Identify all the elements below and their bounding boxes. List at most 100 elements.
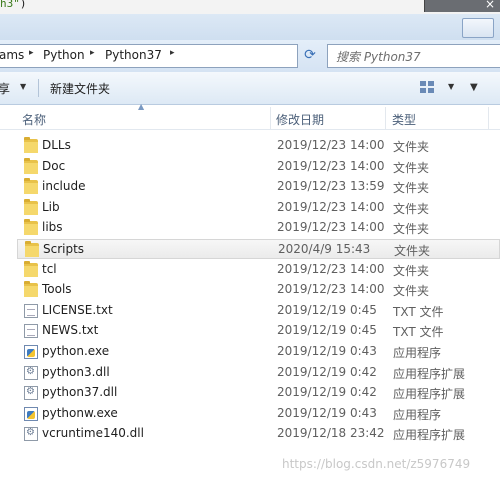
- close-icon: ×: [484, 0, 495, 11]
- python-exe-icon: [24, 406, 38, 421]
- file-type: 文件夹: [393, 140, 430, 154]
- file-type: 应用程序: [393, 346, 442, 360]
- python-exe-icon: [24, 345, 38, 359]
- window-control-button[interactable]: [462, 18, 494, 38]
- column-header-type[interactable]: 类型: [392, 111, 416, 128]
- file-name: Lib: [42, 199, 60, 214]
- file-name: NEWS.txt: [42, 323, 99, 338]
- file-type: 文件夹: [393, 222, 430, 237]
- refresh-icon[interactable]: ⟳: [300, 44, 320, 66]
- file-row[interactable]: NEWS.txt 2019/12/19 0:45 TXT 文件: [0, 321, 500, 341]
- column-header-date[interactable]: 修改日期: [276, 111, 324, 128]
- breadcrumb-separator-icon[interactable]: ▸: [170, 48, 175, 58]
- new-folder-button[interactable]: 新建文件夹: [50, 80, 110, 97]
- chevron-down-icon[interactable]: ▼: [448, 82, 454, 91]
- breadcrumb-python37[interactable]: Python37: [105, 48, 162, 62]
- file-name: Scripts: [43, 242, 85, 256]
- dll-file-icon: [24, 427, 38, 442]
- file-name: Doc: [42, 158, 66, 173]
- chevron-down-icon[interactable]: ▼: [470, 82, 478, 93]
- text-file-icon: [24, 324, 38, 339]
- share-menu[interactable]: 享: [0, 80, 10, 97]
- file-type: 应用程序扩展: [393, 387, 466, 402]
- window-chrome: [0, 14, 500, 40]
- file-modified-date: 2019/12/19 0:45: [277, 323, 377, 338]
- file-row[interactable]: Lib 2019/12/23 14:00 文件夹: [0, 198, 500, 218]
- file-modified-date: 2019/12/19 0:43: [277, 344, 377, 358]
- file-modified-date: 2019/12/19 0:45: [277, 302, 377, 317]
- file-type: 应用程序扩展: [393, 428, 466, 443]
- column-header-name[interactable]: 名称: [22, 111, 46, 128]
- file-row[interactable]: DLLs 2019/12/23 14:00 文件夹: [0, 136, 500, 156]
- file-row[interactable]: python37.dll 2019/12/19 0:42 应用程序扩展: [0, 383, 500, 403]
- file-row[interactable]: include 2019/12/23 13:59 文件夹: [0, 177, 500, 197]
- sort-ascending-icon: ▲: [138, 102, 145, 111]
- file-name: python37.dll: [42, 385, 118, 400]
- column-divider[interactable]: [385, 107, 386, 129]
- file-modified-date: 2019/12/18 23:42: [277, 426, 385, 441]
- view-options-icon[interactable]: [420, 81, 436, 94]
- file-type: 文件夹: [393, 181, 430, 196]
- folder-icon: [24, 219, 38, 236]
- watermark-text: https://blog.csdn.net/z5976749: [282, 457, 471, 471]
- toolbar-divider: [38, 79, 39, 97]
- breadcrumb-ams[interactable]: ams: [0, 48, 24, 62]
- file-type: 文件夹: [394, 244, 431, 258]
- file-row[interactable]: pythonw.exe 2019/12/19 0:43 应用程序: [0, 404, 500, 424]
- folder-icon: [24, 281, 38, 298]
- file-type: 文件夹: [393, 284, 430, 299]
- file-type: 文件夹: [393, 263, 430, 278]
- file-type: 文件夹: [393, 201, 430, 216]
- search-placeholder: 搜索 Python37: [336, 50, 421, 64]
- breadcrumb-separator-icon[interactable]: ▸: [90, 48, 95, 58]
- dll-file-icon: [24, 365, 38, 380]
- file-row[interactable]: Doc 2019/12/23 14:00 文件夹: [0, 157, 500, 177]
- file-modified-date: 2019/12/23 13:59: [277, 179, 385, 194]
- file-name: pythonw.exe: [42, 405, 118, 420]
- file-name: LICENSE.txt: [42, 302, 113, 317]
- file-type: 应用程序: [393, 407, 442, 422]
- address-bar[interactable]: ams ▸ Python ▸ Python37 ▸: [0, 44, 298, 68]
- folder-icon: [24, 178, 38, 195]
- file-row[interactable]: Tools 2019/12/23 14:00 文件夹: [0, 280, 500, 300]
- file-modified-date: 2019/12/23 14:00: [277, 282, 385, 297]
- file-modified-date: 2019/12/23 14:00: [277, 261, 385, 276]
- file-type: 应用程序扩展: [393, 366, 466, 381]
- search-input[interactable]: 搜索 Python37: [327, 44, 500, 68]
- file-modified-date: 2019/12/19 0:42: [277, 364, 377, 379]
- file-name: python.exe: [42, 344, 110, 358]
- file-row[interactable]: python3.dll 2019/12/19 0:42 应用程序扩展: [0, 363, 500, 383]
- dll-file-icon: [24, 386, 38, 401]
- file-modified-date: 2019/12/23 14:00: [277, 199, 385, 214]
- column-header-row: ▲ 名称 修改日期 类型: [0, 102, 500, 130]
- column-divider[interactable]: [270, 107, 271, 129]
- file-name: libs: [42, 220, 63, 235]
- file-name: tcl: [42, 261, 57, 276]
- file-modified-date: 2020/4/9 15:43: [278, 242, 371, 256]
- file-row[interactable]: vcruntime140.dll 2019/12/18 23:42 应用程序扩展: [0, 424, 500, 444]
- address-row: ams ▸ Python ▸ Python37 ▸ ⟳ 搜索 Python37: [0, 40, 500, 72]
- file-row[interactable]: libs 2019/12/23 14:00 文件夹: [0, 218, 500, 238]
- command-toolbar: 享 ▼ 新建文件夹 ▼ ▼: [0, 72, 500, 105]
- file-row[interactable]: LICENSE.txt 2019/12/19 0:45 TXT 文件: [0, 301, 500, 321]
- folder-icon: [24, 198, 38, 215]
- folder-icon: [24, 260, 38, 277]
- window-close-button[interactable]: ×: [424, 0, 500, 12]
- file-name: DLLs: [42, 138, 71, 152]
- breadcrumb-separator-icon[interactable]: ▸: [29, 48, 34, 58]
- file-modified-date: 2019/12/19 0:42: [277, 385, 377, 400]
- column-divider[interactable]: [488, 107, 489, 129]
- folder-icon: [24, 157, 38, 174]
- file-row[interactable]: Scripts 2020/4/9 15:43 文件夹: [17, 239, 500, 259]
- file-modified-date: 2019/12/19 0:43: [277, 405, 377, 420]
- text-file-icon: [24, 303, 38, 318]
- file-modified-date: 2019/12/23 14:00: [277, 138, 385, 152]
- breadcrumb-python[interactable]: Python: [43, 48, 85, 62]
- chevron-down-icon[interactable]: ▼: [20, 82, 26, 91]
- file-modified-date: 2019/12/23 14:00: [277, 158, 385, 173]
- file-modified-date: 2019/12/23 14:00: [277, 220, 385, 235]
- file-row[interactable]: tcl 2019/12/23 14:00 文件夹: [0, 260, 500, 280]
- file-name: Tools: [42, 282, 72, 297]
- code-editor-strip: h3") ×: [0, 0, 500, 14]
- file-row[interactable]: python.exe 2019/12/19 0:43 应用程序: [0, 342, 500, 362]
